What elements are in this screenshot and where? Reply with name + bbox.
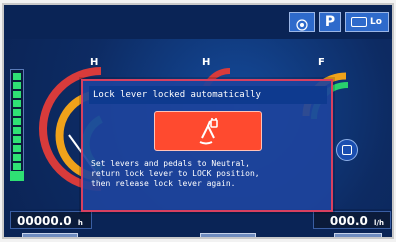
machine-display-screen: P Lo H H F 00000.0 h 000.0 l/h Lock leve… — [0, 0, 396, 242]
bar-segment — [13, 154, 21, 161]
bar-segment — [13, 100, 21, 107]
hour-meter: 00000.0 h — [10, 211, 92, 229]
bar-segment — [13, 127, 21, 134]
parking-label: P — [324, 14, 336, 30]
hour-meter-value: 00000.0 — [17, 214, 72, 228]
bar-segment — [13, 136, 21, 143]
bottom-status-bar: 00000.0 h 000.0 l/h — [4, 209, 392, 237]
parking-button[interactable]: P — [319, 12, 341, 32]
monitor-frame: P Lo H H F 00000.0 h 000.0 l/h Lock leve… — [2, 3, 394, 239]
right-indicator-badge — [336, 139, 358, 161]
bar-segment — [13, 73, 21, 80]
gauge-label-3: F — [318, 57, 325, 68]
bar-segment — [13, 109, 21, 116]
gauge-label-2: H — [202, 57, 211, 68]
hour-meter-unit: h — [77, 219, 83, 227]
top-status-bar: P Lo — [4, 5, 392, 39]
lo-mode-icon — [351, 17, 367, 27]
bar-segment — [13, 82, 21, 89]
left-green-indicator — [10, 171, 24, 181]
gauge-label-1: H — [90, 57, 99, 68]
lo-mode-label: Lo — [370, 17, 382, 27]
fuel-rate-value: 000.0 — [329, 214, 368, 228]
lo-mode-button[interactable]: Lo — [345, 12, 389, 32]
settings-icon — [296, 16, 308, 31]
softkey-2[interactable] — [200, 233, 256, 237]
bar-segment — [13, 91, 21, 98]
bar-segment — [13, 145, 21, 152]
indicator-icon — [342, 145, 352, 155]
fuel-rate: 000.0 l/h — [313, 211, 391, 229]
left-bar-gauge — [10, 69, 24, 181]
dialog-message: Set levers and pedals to Neutral, return… — [91, 159, 260, 188]
fuel-rate-unit: l/h — [374, 219, 384, 227]
softkey-3[interactable] — [334, 233, 382, 237]
softkey-1[interactable] — [22, 233, 78, 237]
dialog-title: Lock lever locked automatically — [89, 86, 327, 104]
bar-segment — [13, 163, 21, 170]
lock-lever-icon — [196, 118, 222, 146]
bar-segment — [13, 118, 21, 125]
settings-button[interactable] — [289, 12, 315, 32]
lock-lever-warning-tile — [154, 111, 262, 151]
lock-lever-alert-dialog: Lock lever locked automatically Set leve… — [81, 79, 333, 212]
